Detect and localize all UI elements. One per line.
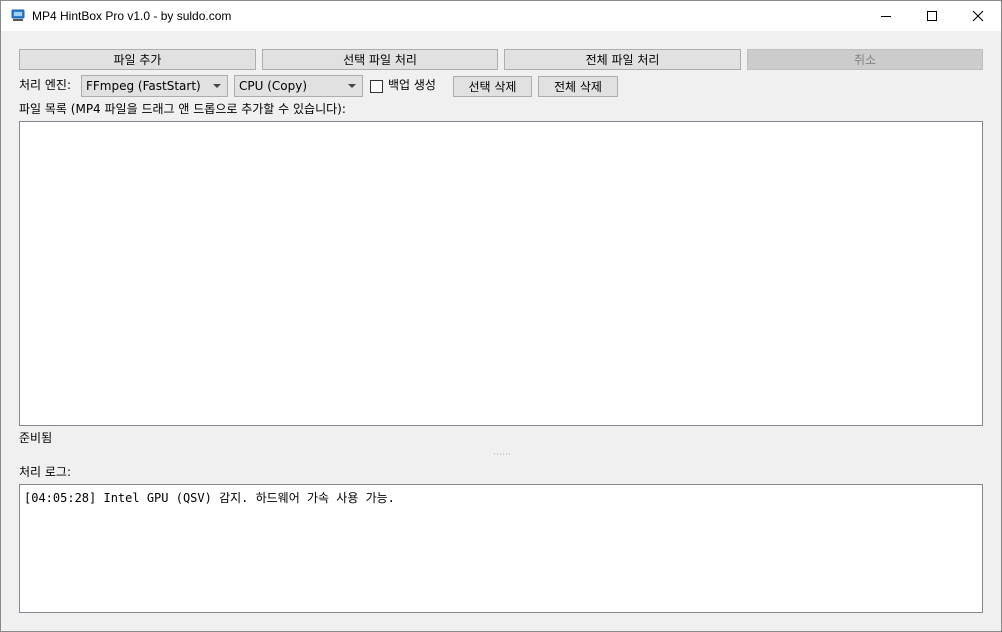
app-icon <box>11 9 25 22</box>
minimize-icon <box>881 16 891 17</box>
splitter-handle[interactable] <box>493 453 511 455</box>
process-all-button[interactable]: 전체 파일 처리 <box>504 49 741 70</box>
backup-checkbox-label[interactable]: 백업 생성 <box>388 77 436 93</box>
title-bar[interactable]: MP4 HintBox Pro v1.0 - by suldo.com <box>1 1 1001 31</box>
delete-selected-button[interactable]: 선택 삭제 <box>453 76 532 97</box>
engine-select-value: FFmpeg (FastStart) <box>86 79 201 93</box>
close-button[interactable] <box>955 1 1001 31</box>
log-label: 처리 로그: <box>19 465 72 479</box>
log-textbox[interactable]: [04:05:28] Intel GPU (QSV) 감지. 하드웨어 가속 사… <box>19 484 983 613</box>
file-list[interactable] <box>19 121 983 426</box>
chevron-down-icon <box>348 84 356 88</box>
minimize-button[interactable] <box>863 1 909 31</box>
window-title: MP4 HintBox Pro v1.0 - by suldo.com <box>32 9 232 23</box>
engine-select[interactable]: FFmpeg (FastStart) <box>81 75 228 97</box>
device-select-value: CPU (Copy) <box>239 79 308 93</box>
process-selected-button[interactable]: 선택 파일 처리 <box>262 49 498 70</box>
cancel-button[interactable]: 취소 <box>747 49 983 70</box>
add-files-button[interactable]: 파일 추가 <box>19 49 256 70</box>
engine-label: 처리 엔진: <box>19 78 72 92</box>
chevron-down-icon <box>213 84 221 88</box>
delete-all-button[interactable]: 전체 삭제 <box>538 76 618 97</box>
app-window: MP4 HintBox Pro v1.0 - by suldo.com 파일 추… <box>0 0 1002 632</box>
file-list-label: 파일 목록 (MP4 파일을 드래그 앤 드롭으로 추가할 수 있습니다): <box>19 102 346 116</box>
log-line: [04:05:28] Intel GPU (QSV) 감지. 하드웨어 가속 사… <box>24 491 395 505</box>
close-icon <box>972 10 984 22</box>
maximize-icon <box>927 11 937 21</box>
device-select[interactable]: CPU (Copy) <box>234 75 363 97</box>
backup-checkbox[interactable] <box>370 80 383 93</box>
maximize-button[interactable] <box>909 1 955 31</box>
status-text: 준비됨 <box>19 431 53 445</box>
